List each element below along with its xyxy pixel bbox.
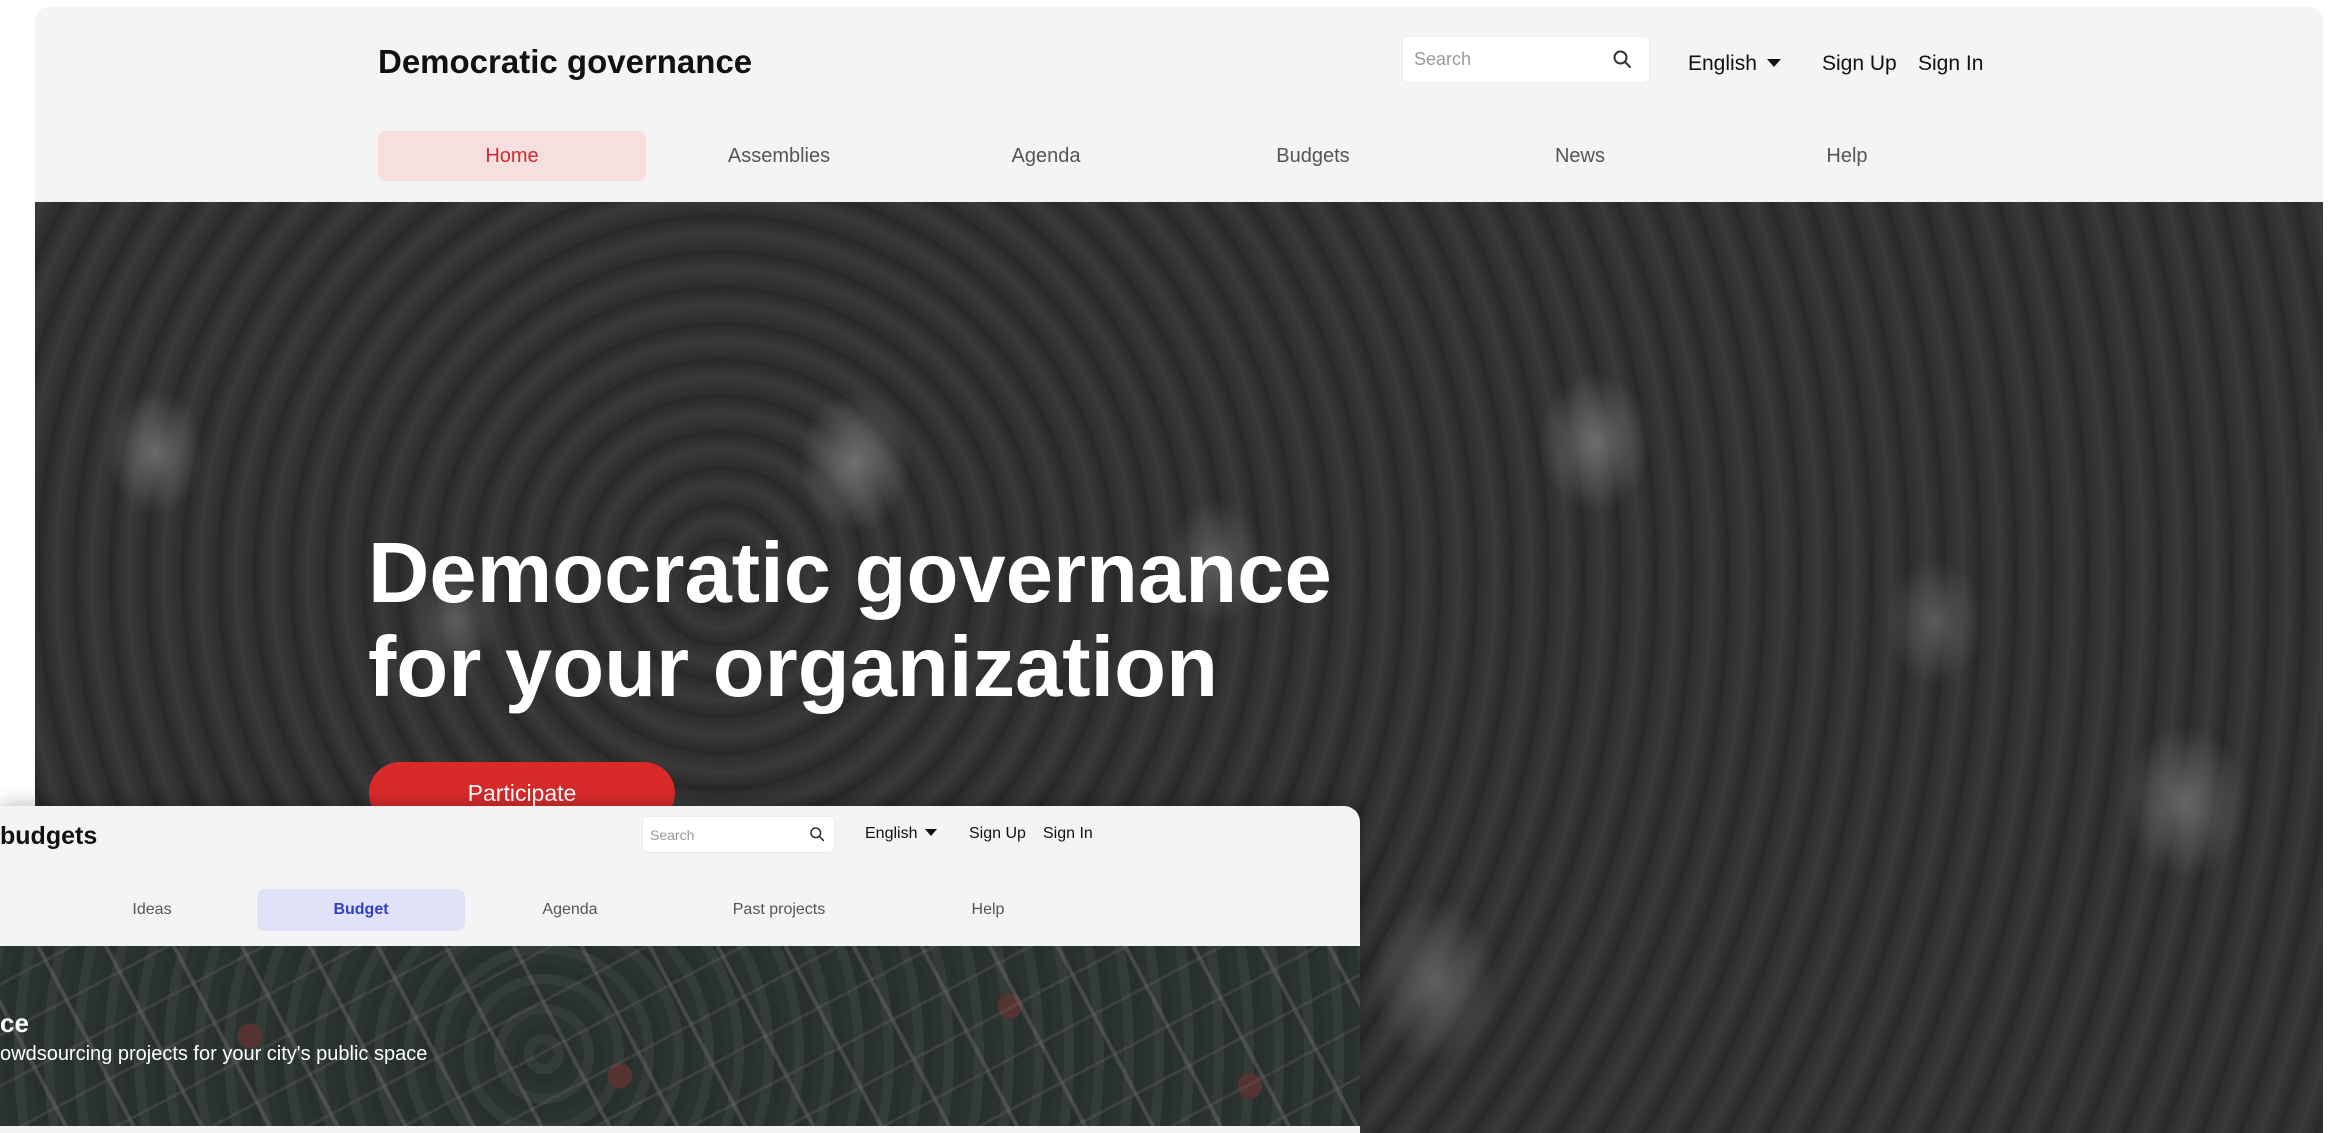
site-header: Democratic governance English Sign Up Si… bbox=[35, 7, 2323, 202]
nav-budgets[interactable]: Budgets bbox=[1179, 131, 1447, 181]
nav-past-projects[interactable]: Past projects bbox=[675, 889, 883, 931]
hero-heading-line-2: for your organization bbox=[368, 620, 1218, 715]
nav-home[interactable]: Home bbox=[378, 131, 646, 181]
nav-help[interactable]: Help bbox=[884, 889, 1092, 931]
search-box[interactable] bbox=[642, 816, 835, 853]
sign-up-link[interactable]: Sign Up bbox=[969, 825, 1026, 843]
language-label: English bbox=[1688, 52, 1757, 75]
sign-in-link[interactable]: Sign In bbox=[1043, 825, 1093, 843]
nav-ideas[interactable]: Ideas bbox=[48, 889, 256, 931]
search-input[interactable] bbox=[642, 816, 835, 853]
hero-section: ce owdsourcing projects for your city's … bbox=[0, 946, 1360, 1126]
sign-in-link[interactable]: Sign In bbox=[1918, 52, 1983, 76]
sign-up-link[interactable]: Sign Up bbox=[1822, 52, 1897, 76]
search-box[interactable] bbox=[1402, 36, 1650, 83]
search-icon[interactable] bbox=[1612, 49, 1632, 69]
hero-heading: Democratic governance for your organizat… bbox=[368, 527, 1568, 715]
search-icon[interactable] bbox=[809, 826, 825, 842]
nav-agenda[interactable]: Agenda bbox=[912, 131, 1180, 181]
hero-subtitle: owdsourcing projects for your city's pub… bbox=[0, 1043, 428, 1065]
nav-news[interactable]: News bbox=[1446, 131, 1714, 181]
caret-down-icon bbox=[925, 829, 938, 837]
site-title[interactable]: Democratic governance bbox=[378, 43, 752, 81]
site-title[interactable]: budgets bbox=[0, 822, 97, 851]
hero-heading-line-1: Democratic governance bbox=[368, 526, 1332, 621]
language-label: English bbox=[865, 825, 918, 842]
nav-agenda[interactable]: Agenda bbox=[466, 889, 674, 931]
participatory-budgets-window: budgets English Sign Up Sign In Ideas Bu… bbox=[0, 806, 1360, 1133]
hero-overlay bbox=[0, 946, 1360, 1126]
nav-assemblies[interactable]: Assemblies bbox=[645, 131, 913, 181]
nav-help[interactable]: Help bbox=[1713, 131, 1981, 181]
caret-down-icon bbox=[1766, 58, 1781, 67]
nav-budget[interactable]: Budget bbox=[257, 889, 465, 931]
hero-title: ce bbox=[0, 1008, 29, 1038]
language-selector[interactable]: English bbox=[1688, 52, 1781, 76]
language-selector[interactable]: English bbox=[865, 825, 938, 843]
